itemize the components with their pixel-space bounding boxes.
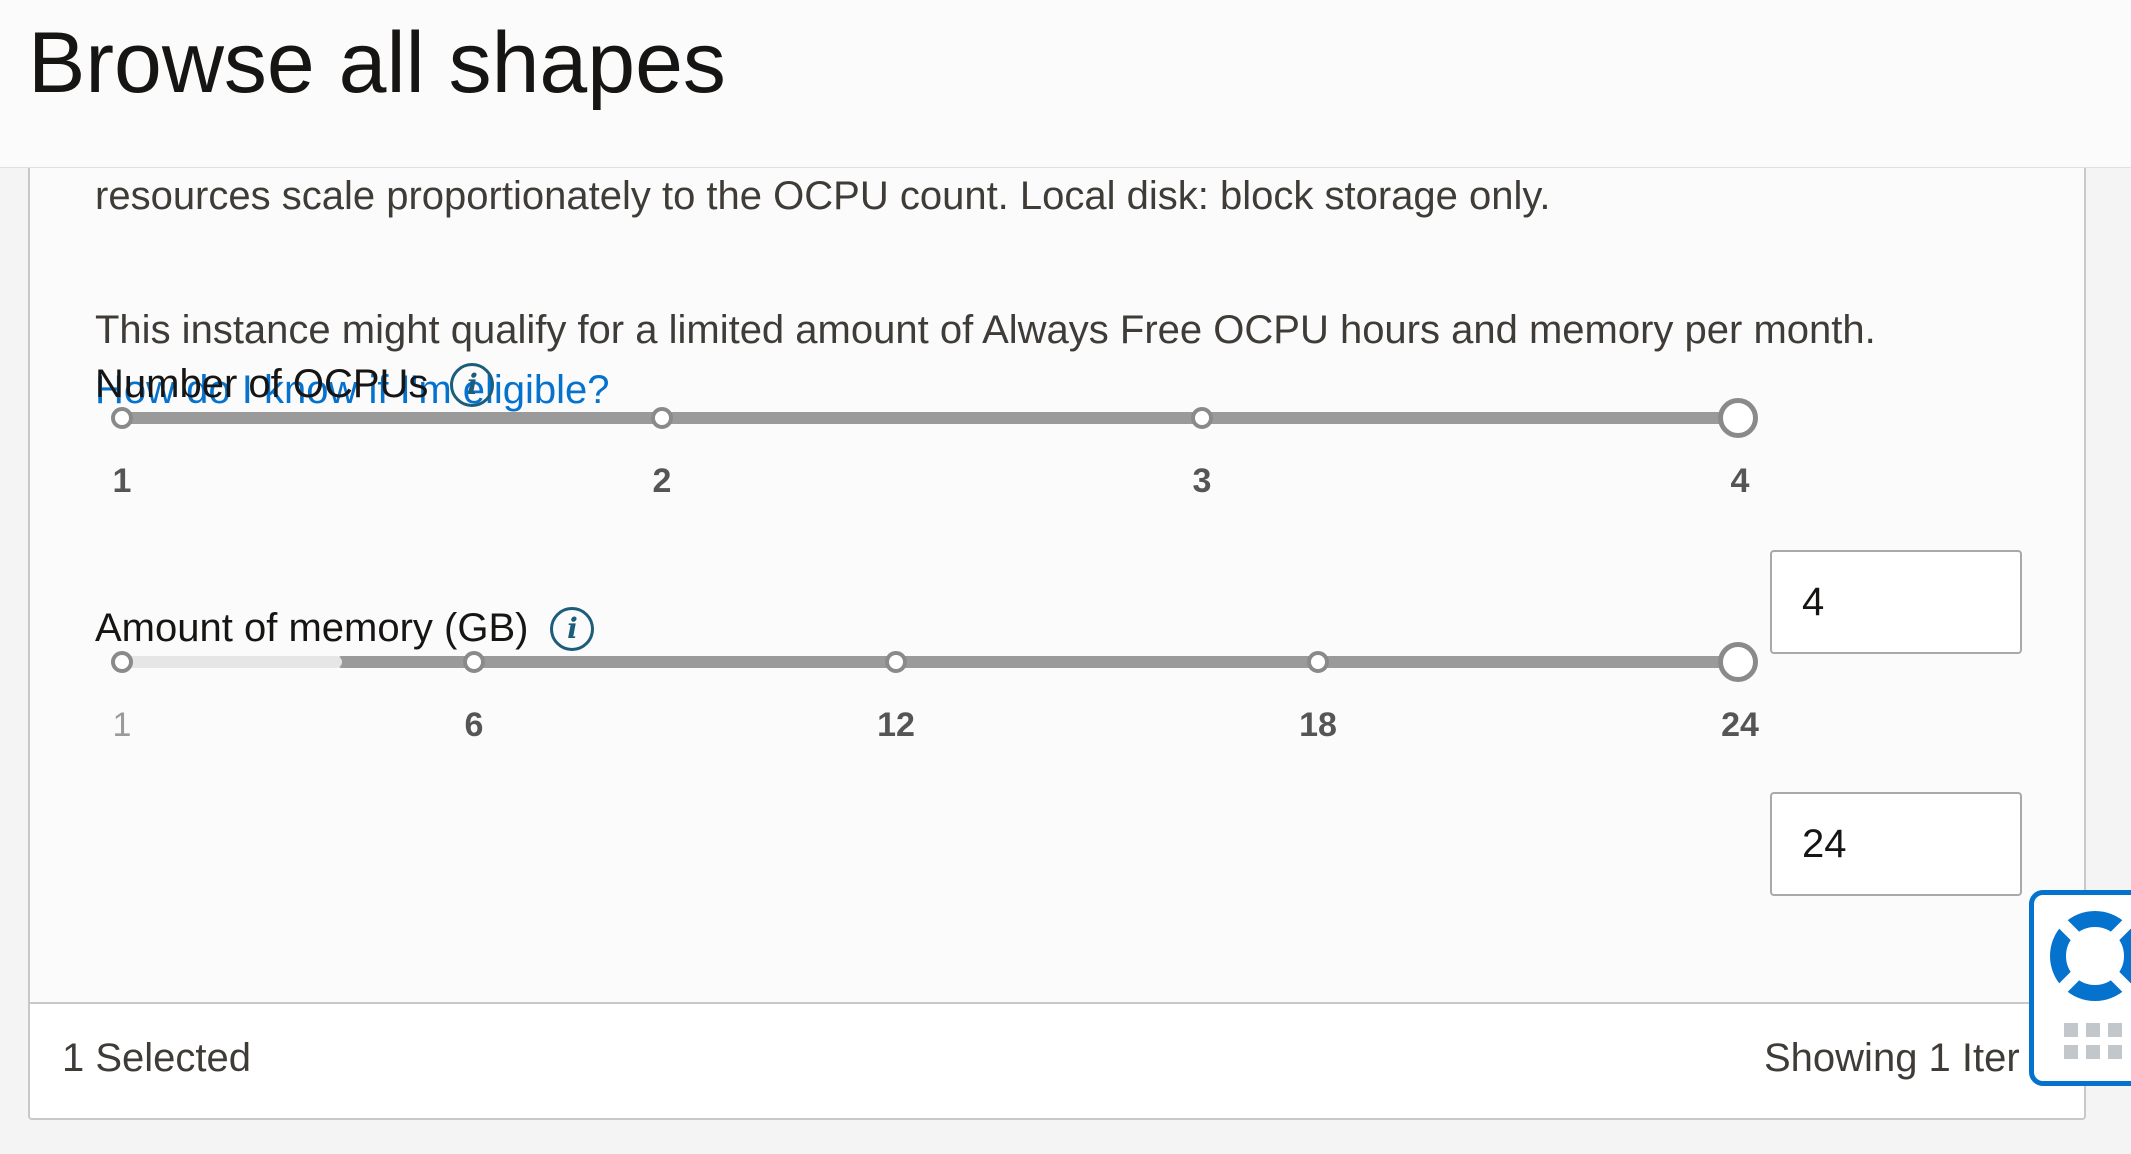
ocpu-tick-2[interactable]	[651, 407, 673, 429]
memory-tick-label: 6	[464, 706, 484, 744]
table-footer: 1 Selected Showing 1 Iter	[30, 1002, 2084, 1118]
memory-amount-input[interactable]: 24	[1770, 792, 2022, 896]
memory-slider-track-inactive	[122, 656, 342, 668]
ocpu-tick-label: 1	[112, 462, 132, 500]
ocpu-slider[interactable]	[92, 388, 1772, 448]
ocpu-slider-track	[122, 412, 1738, 424]
memory-tick-label: 24	[1721, 706, 1759, 744]
ocpu-tick-label: 4	[1730, 462, 1750, 500]
help-widget[interactable]	[2029, 890, 2131, 1086]
selected-count: 1 Selected	[62, 1036, 252, 1080]
ocpu-tick-1[interactable]	[111, 407, 133, 429]
memory-tick-label: 1	[112, 706, 132, 744]
ocpu-count-input[interactable]: 4	[1770, 550, 2022, 654]
ocpu-slider-thumb[interactable]	[1718, 398, 1758, 438]
memory-tick-label: 18	[1299, 706, 1337, 744]
memory-slider-track	[336, 656, 1738, 668]
showing-count: Showing 1 Iter	[1764, 1036, 2020, 1080]
memory-slider[interactable]	[92, 632, 1772, 692]
memory-slider-thumb[interactable]	[1718, 642, 1758, 682]
memory-tick-18[interactable]	[1307, 651, 1329, 673]
memory-tick-1[interactable]	[111, 651, 133, 673]
drag-handle-icon[interactable]	[2064, 1023, 2122, 1059]
lifebuoy-icon[interactable]	[2050, 911, 2131, 1001]
page-header: Browse all shapes	[0, 0, 2131, 168]
ocpu-tick-label: 2	[652, 462, 672, 500]
memory-amount-value: 24	[1802, 821, 1847, 866]
ocpu-tick-label: 3	[1192, 462, 1212, 500]
ocpu-count-value: 4	[1802, 579, 1825, 624]
memory-tick-12[interactable]	[885, 651, 907, 673]
page-title: Browse all shapes	[28, 15, 726, 111]
shape-details-panel: Processor: 2.8 GHz Ampere Altra 80C. The…	[28, 120, 2086, 1120]
ocpu-tick-3[interactable]	[1191, 407, 1213, 429]
memory-tick-6[interactable]	[463, 651, 485, 673]
memory-tick-label: 12	[877, 706, 915, 744]
